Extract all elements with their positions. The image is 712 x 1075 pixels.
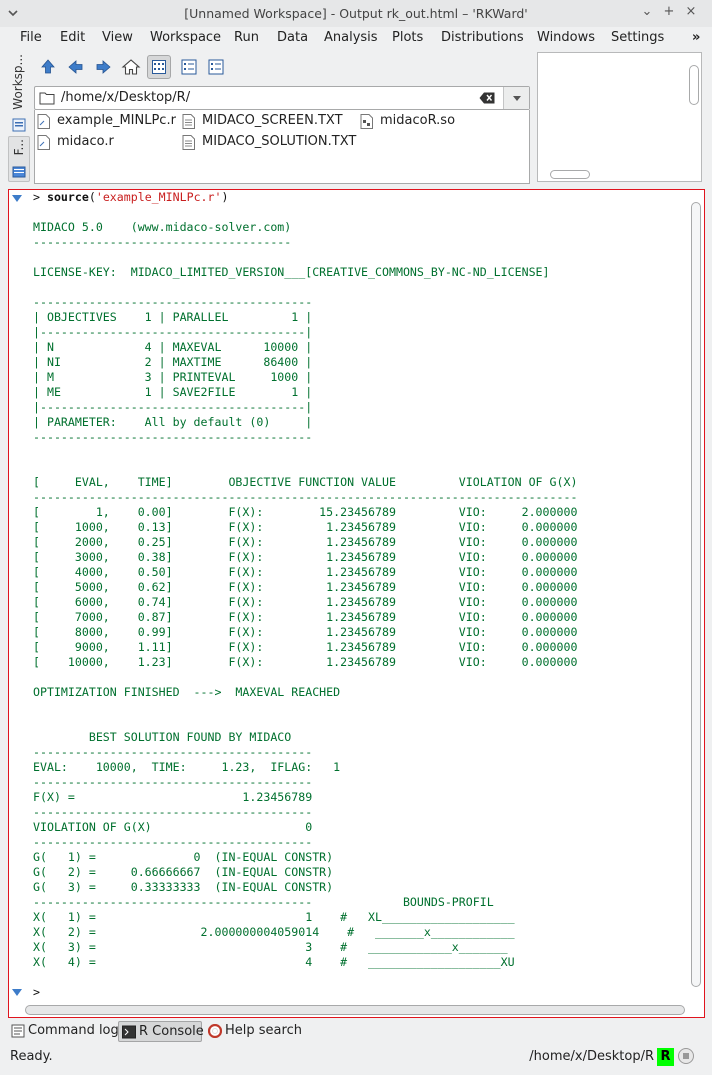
- right-pane: [537, 52, 702, 182]
- binary-file-icon: [360, 114, 373, 129]
- path-input[interactable]: /home/x/Desktop/R/: [61, 90, 190, 105]
- home-icon[interactable]: [120, 56, 142, 78]
- r-script-file-icon: [37, 114, 50, 129]
- menu-view[interactable]: View: [102, 30, 133, 45]
- menu-workspace[interactable]: Workspace: [150, 30, 221, 45]
- folder-icon: [39, 92, 55, 105]
- menu-bar: File Edit View Workspace Run Data Analys…: [0, 27, 712, 49]
- workspace-dock-label: Worksp...: [11, 54, 25, 110]
- r-status-badge: R: [657, 1048, 674, 1066]
- chevron-down-icon: [513, 96, 521, 101]
- help-icon: [208, 1024, 222, 1038]
- file-name: example_MINLPc.r: [57, 113, 176, 128]
- file-browser: /home/x/Desktop/R/ example_MINLPc.r mida…: [30, 52, 530, 184]
- console-command: > source('example_MINLPc.r'): [33, 190, 229, 204]
- menu-analysis[interactable]: Analysis: [324, 30, 378, 45]
- tab-r-console[interactable]: R Console: [118, 1021, 204, 1042]
- text-file-icon: [182, 114, 195, 129]
- command-paren-close: ): [221, 190, 229, 204]
- vertical-scrollbar[interactable]: [689, 65, 699, 105]
- files-dock-label: F...: [12, 139, 26, 156]
- horizontal-scrollbar[interactable]: [550, 170, 590, 179]
- back-arrow-icon[interactable]: [65, 56, 87, 78]
- console-prompt[interactable]: >: [33, 985, 40, 998]
- r-console-icon: [122, 1025, 136, 1039]
- command-paren-open: (: [88, 190, 96, 204]
- menu-file[interactable]: File: [20, 30, 42, 45]
- file-name: midaco.r: [57, 134, 114, 149]
- menu-plots[interactable]: Plots: [392, 30, 423, 45]
- list-view-icon[interactable]: [205, 56, 227, 78]
- workspace-dock-icon[interactable]: [12, 118, 26, 132]
- menu-overflow[interactable]: »: [692, 30, 700, 45]
- detail-view-icon[interactable]: [178, 56, 200, 78]
- prompt-arrow-icon: [12, 989, 22, 996]
- interrupt-icon[interactable]: [678, 1048, 694, 1064]
- menu-edit[interactable]: Edit: [60, 30, 85, 45]
- minimize-icon[interactable]: ⌄: [640, 5, 654, 19]
- menu-data[interactable]: Data: [277, 30, 308, 45]
- icon-view-icon: [152, 60, 166, 74]
- console-vertical-scrollbar[interactable]: [691, 202, 701, 987]
- maximize-icon[interactable]: +: [662, 5, 676, 19]
- up-arrow-icon[interactable]: [37, 56, 59, 78]
- tab-label: Command log: [28, 1023, 119, 1038]
- tab-command-log[interactable]: Command log: [8, 1021, 119, 1042]
- tab-label: Help search: [225, 1023, 302, 1038]
- close-icon[interactable]: ×: [684, 5, 698, 19]
- workspace-dock-tab[interactable]: Worksp...: [8, 52, 30, 112]
- window-title: [Unnamed Workspace] - Output rk_out.html…: [184, 6, 528, 21]
- console-horizontal-scrollbar[interactable]: [25, 1005, 685, 1015]
- dock-strip: Worksp... F...: [8, 52, 30, 182]
- menu-distributions[interactable]: Distributions: [441, 30, 524, 45]
- text-file-icon: [182, 135, 195, 150]
- path-dropdown-button[interactable]: [503, 87, 529, 109]
- console-result-text: MIDACO 5.0 (www.midaco-solver.com) -----…: [33, 220, 578, 969]
- tab-help-search[interactable]: Help search: [205, 1021, 305, 1042]
- clear-text-icon[interactable]: [479, 92, 495, 104]
- files-dock-tab[interactable]: F...: [8, 136, 30, 182]
- collapse-arrow-icon[interactable]: [11, 194, 23, 204]
- status-path: /home/x/Desktop/R: [529, 1049, 654, 1064]
- command-keyword: source: [46, 190, 89, 204]
- menu-windows[interactable]: Windows: [537, 30, 595, 45]
- file-name: midacoR.so: [380, 113, 456, 128]
- title-bar: [Unnamed Workspace] - Output rk_out.html…: [0, 0, 712, 27]
- tab-label: R Console: [139, 1024, 204, 1039]
- icon-view-button[interactable]: [147, 55, 171, 79]
- status-text: Ready.: [10, 1049, 53, 1064]
- menu-run[interactable]: Run: [234, 30, 259, 45]
- file-name: MIDACO_SCREEN.TXT: [202, 113, 343, 128]
- forward-arrow-icon[interactable]: [92, 56, 114, 78]
- menu-settings[interactable]: Settings: [611, 30, 664, 45]
- console-output[interactable]: > source('example_MINLPc.r') MIDACO 5.0 …: [33, 190, 693, 998]
- status-bar: Ready. /home/x/Desktop/R R: [0, 1045, 712, 1075]
- file-list: example_MINLPc.r midaco.r MIDACO_SCREEN.…: [34, 110, 530, 184]
- command-log-icon: [11, 1024, 25, 1038]
- file-name: MIDACO_SOLUTION.TXT: [202, 134, 357, 149]
- files-dock-icon: [12, 166, 26, 178]
- bottom-tool-tabs: Command log R Console Help search: [8, 1020, 705, 1044]
- r-script-file-icon: [37, 135, 50, 150]
- r-console[interactable]: > source('example_MINLPc.r') MIDACO 5.0 …: [8, 189, 705, 1018]
- command-argument: 'example_MINLPc.r': [95, 190, 222, 204]
- path-combobox[interactable]: /home/x/Desktop/R/: [34, 86, 530, 110]
